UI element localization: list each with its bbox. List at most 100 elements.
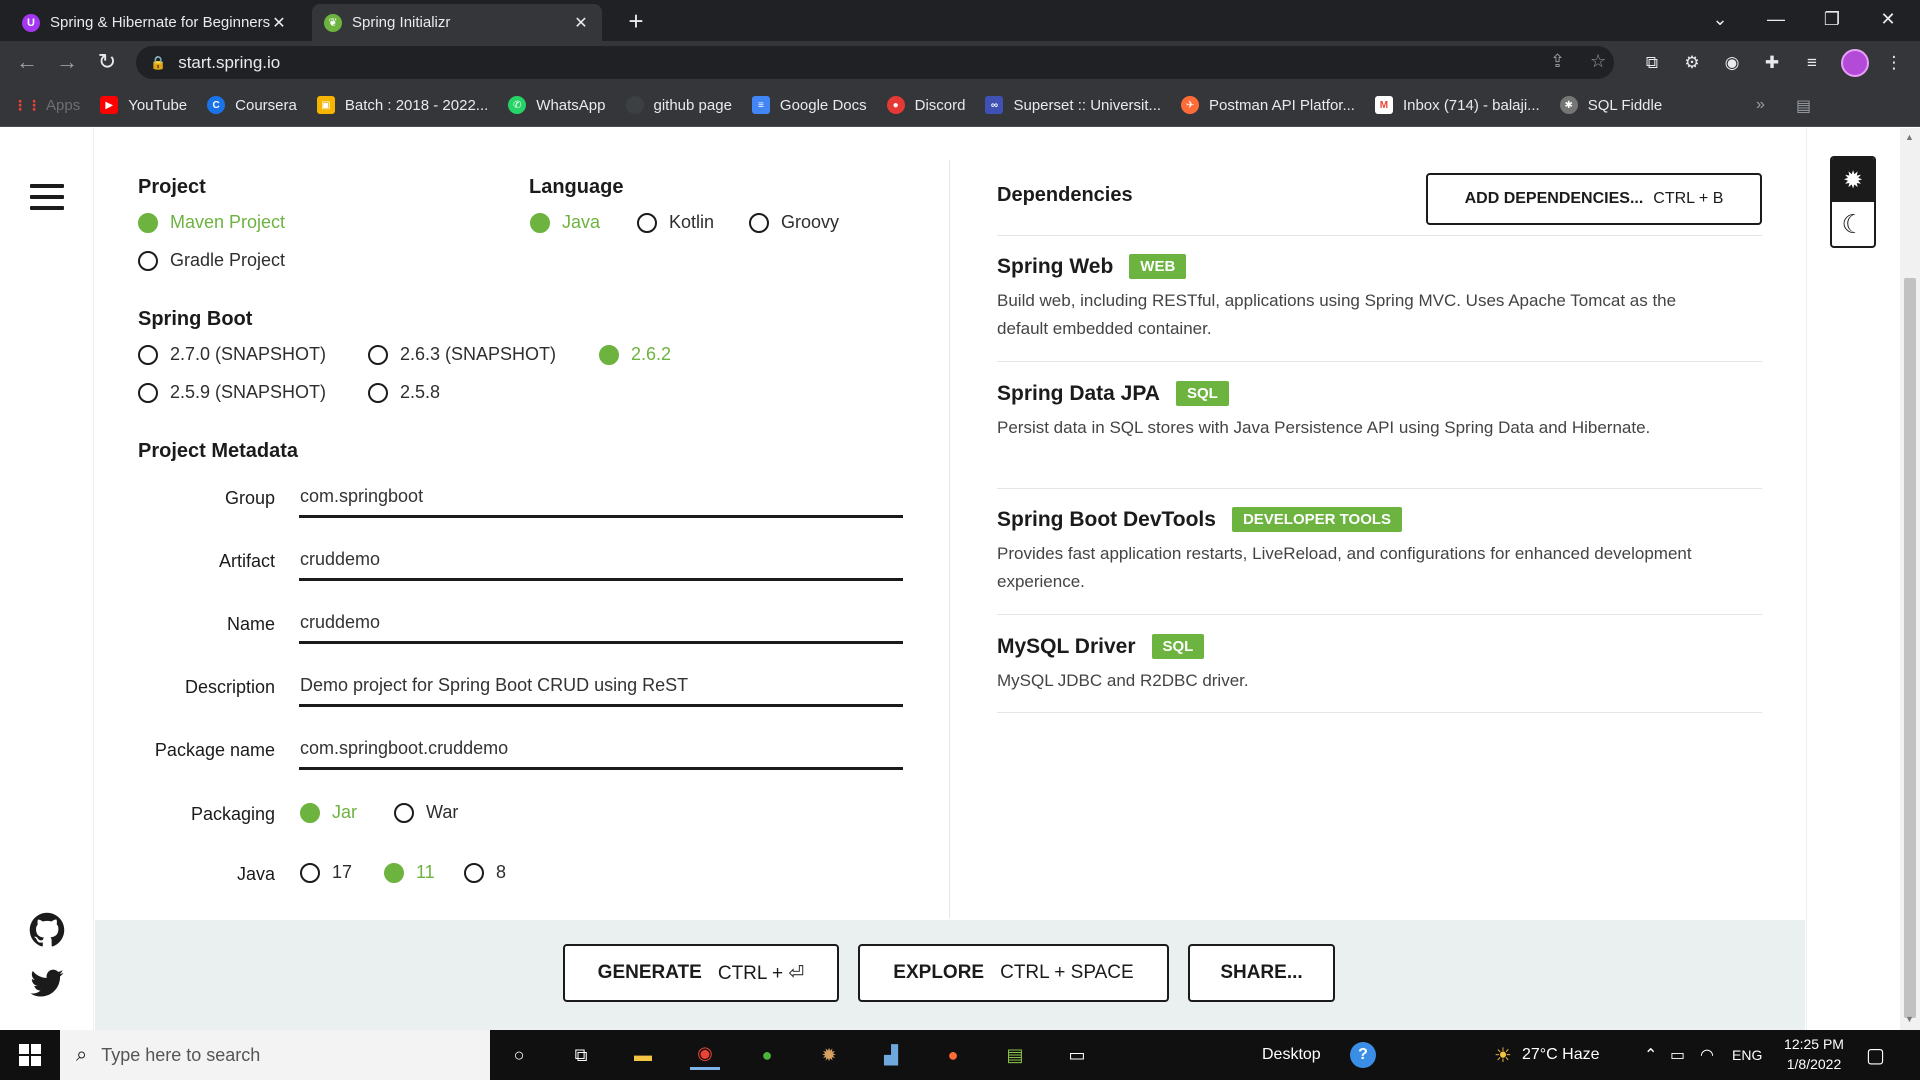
reading-list-icon[interactable]: ▤ [1796,96,1811,116]
url-field[interactable]: 🔒 start.spring.io [136,46,1614,79]
tab-udemy[interactable]: U Spring & Hibernate for Beginners ✕ [10,4,300,41]
terminal-icon[interactable]: ▭ [1062,1040,1092,1070]
radio-dot[interactable] [394,802,414,823]
camera-icon[interactable]: ◉ [1722,53,1742,73]
taskbar-clock[interactable]: 12:25 PM 1/8/2022 [1774,1034,1854,1074]
radio-dot[interactable] [530,212,550,233]
scroll-down-icon[interactable]: ▼ [1905,1014,1914,1024]
radio-gradle-project[interactable]: Gradle Project [138,250,285,271]
theme-switch[interactable]: ✹ ☾ [1830,156,1876,248]
github-icon[interactable] [28,912,66,948]
scroll-up-icon[interactable]: ▲ [1905,132,1914,142]
tray-chevron-icon[interactable]: ⌃ [1644,1030,1657,1080]
bookmark-star-icon[interactable]: ☆ [1590,51,1606,72]
bookmark-superset[interactable]: ∞ Superset :: Universit... [985,96,1161,114]
dependency-item[interactable]: Spring Data JPA SQL Persist data in SQL … [997,381,1727,442]
task-view-icon[interactable]: ⧉ [566,1040,596,1070]
file-explorer-icon[interactable]: ▬ [628,1040,658,1070]
close-window-button[interactable]: ✕ [1860,0,1916,41]
radio-dot[interactable] [368,382,388,403]
new-tab-button[interactable]: + [622,8,650,36]
radio-maven-project[interactable]: Maven Project [138,212,285,233]
bookmark-github-page[interactable]: github page [625,96,732,114]
reload-icon[interactable]: ↻ [94,50,120,76]
radio-dot[interactable] [368,344,388,365]
bookmark-postman[interactable]: ✈ Postman API Platfor... [1181,96,1355,114]
radio-boot-2-5-9-snapshot[interactable]: 2.5.9 (SNAPSHOT) [138,382,326,403]
puzzle-icon[interactable]: ✚ [1762,53,1782,73]
bookmark-batch[interactable]: ▣ Batch : 2018 - 2022... [316,96,488,114]
radio-dot[interactable] [138,250,158,271]
radio-dot[interactable] [138,212,158,233]
chrome-icon[interactable]: ◉ [690,1040,720,1070]
bookmarks-overflow-icon[interactable]: » [1756,96,1765,114]
radio-dot[interactable] [138,382,158,403]
dependency-item[interactable]: Spring Web WEB Build web, including REST… [997,254,1727,343]
weather-widget[interactable]: ☀ 27°C Haze [1494,1030,1599,1080]
twitter-icon[interactable] [28,966,66,1002]
cortana-icon[interactable]: ○ [504,1040,534,1070]
radio-dot[interactable] [384,862,404,883]
page-scrollbar[interactable]: ▲ ▼ [1900,128,1920,1030]
language-indicator[interactable]: ENG [1732,1030,1762,1080]
dependency-item[interactable]: Spring Boot DevTools DEVELOPER TOOLS Pro… [997,507,1727,596]
bookmark-discord[interactable]: ● Discord [886,96,965,114]
artifact-input[interactable] [299,541,903,581]
bookmark-coursera[interactable]: C Coursera [207,96,297,114]
add-dependencies-button[interactable]: ADD DEPENDENCIES... CTRL + B [1426,173,1762,225]
radio-boot-2-6-2[interactable]: 2.6.2 [599,344,671,365]
radio-boot-2-7-0-snapshot[interactable]: 2.7.0 (SNAPSHOT) [138,344,326,365]
back-arrow-icon[interactable]: ← [14,50,40,76]
explore-button[interactable]: EXPLORE CTRL + SPACE [858,944,1169,1002]
media-list-icon[interactable]: ≡ [1802,53,1822,73]
mongodb-icon[interactable]: ● [752,1040,782,1070]
radio-dot[interactable] [637,212,657,233]
generate-button[interactable]: GENERATE CTRL + ⏎ [563,944,839,1002]
settings-gear-icon[interactable]: ✹ [814,1040,844,1070]
radio-dot[interactable] [138,344,158,365]
scrollbar-thumb[interactable] [1904,278,1916,1018]
bookmark-apps[interactable]: ⋮⋮ Apps [13,96,80,114]
radio-java-17[interactable]: 17 [300,862,352,883]
notifications-icon[interactable]: ▢ [1866,1030,1885,1080]
radio-boot-2-6-3-snapshot[interactable]: 2.6.3 (SNAPSHOT) [368,344,556,365]
share-button[interactable]: SHARE... [1188,944,1335,1002]
dependency-item[interactable]: MySQL Driver SQL MySQL JDBC and R2DBC dr… [997,634,1727,695]
radio-jar[interactable]: Jar [300,802,357,823]
lock-icon[interactable]: 🔒 [150,55,166,71]
tab-spring-initializr[interactable]: ❦ Spring Initializr ✕ [312,4,602,41]
battery-icon[interactable]: ▭ [1670,1030,1685,1080]
radio-dot[interactable] [464,862,484,883]
forward-arrow-icon[interactable]: → [54,50,80,76]
radio-dot[interactable] [749,212,769,233]
desktop-toolbar[interactable]: Desktop [1262,1030,1321,1080]
radio-war[interactable]: War [394,802,458,823]
bookmark-sql-fiddle[interactable]: ✱ SQL Fiddle [1559,96,1662,114]
more-menu-icon[interactable]: ⋮ [1884,53,1904,73]
mysql-workbench-icon[interactable]: ▟ [876,1040,906,1070]
radio-java[interactable]: Java [530,212,600,233]
group-input[interactable] [299,478,903,518]
close-icon[interactable]: ✕ [572,13,590,33]
close-icon[interactable]: ✕ [270,13,288,33]
bookmark-gmail[interactable]: M Inbox (714) - balaji... [1374,96,1540,114]
restore-button[interactable]: ❐ [1804,0,1860,41]
wifi-icon[interactable]: ◠ [1700,1030,1714,1080]
bookmark-whatsapp[interactable]: ✆ WhatsApp [508,96,606,114]
windows-start-icon[interactable] [0,1030,60,1080]
tab-search-icon[interactable]: ⌄ [1692,0,1748,41]
help-icon[interactable]: ? [1350,1030,1376,1080]
minimize-button[interactable]: — [1748,0,1804,41]
profile-avatar[interactable] [1841,49,1869,77]
radio-dot[interactable] [599,344,619,365]
radio-boot-2-5-8[interactable]: 2.5.8 [368,382,440,403]
bookmark-google-docs[interactable]: ≡ Google Docs [751,96,867,114]
name-input[interactable] [299,604,903,644]
share-icon[interactable]: ⇪ [1550,51,1565,72]
radio-dot[interactable] [300,802,320,823]
bookmark-youtube[interactable]: ▶ YouTube [100,96,187,114]
description-input[interactable] [299,667,903,707]
radio-java-11[interactable]: 11 [384,862,435,883]
hamburger-menu-icon[interactable] [30,184,64,210]
radio-kotlin[interactable]: Kotlin [637,212,714,233]
